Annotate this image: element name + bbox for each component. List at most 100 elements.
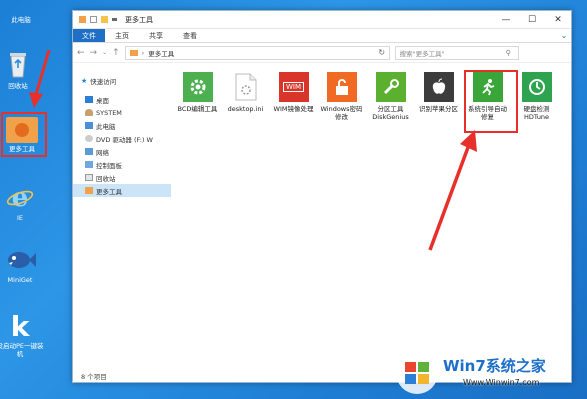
clock-icon: [521, 72, 552, 102]
file-label: 硬盘检测HDTune: [523, 105, 550, 121]
user-icon: [85, 109, 93, 116]
file-item-apple-partition[interactable]: 识别苹果分区: [416, 72, 461, 113]
search-icon[interactable]: ⚲: [506, 49, 518, 57]
watermark: Win7系统之家 Www.Winwin7.com: [385, 351, 585, 399]
nav-item-label: 控制面板: [96, 161, 122, 170]
nav-item-network[interactable]: 网络: [73, 145, 171, 158]
explorer-window[interactable]: 更多工具 — ☐ ✕ 文件 主页 共享 查看 ⌄ ← → ⌄ ↑ › 更多工具 …: [72, 10, 572, 383]
nav-item-recycle-bin[interactable]: 回收站: [73, 171, 171, 184]
title-bar[interactable]: 更多工具 — ☐ ✕: [73, 11, 571, 29]
new-folder-icon[interactable]: [101, 16, 108, 23]
file-label: desktop.ini: [227, 105, 264, 113]
desktop-icon-label: IE: [16, 214, 24, 222]
customize-icon[interactable]: [112, 18, 117, 21]
item-count: 8 个项目: [81, 373, 107, 381]
tab-share[interactable]: 共享: [139, 29, 173, 42]
search-placeholder: 搜索"更多工具": [399, 49, 445, 58]
navigation-pane[interactable]: ★ 快速访问 桌面 SYSTEM 此电脑 DVD 驱动器 (F:) W 网络 控…: [73, 64, 171, 370]
file-label: 识别苹果分区: [419, 105, 458, 113]
windows-logo-icon: [396, 352, 438, 394]
svg-text:k: k: [11, 310, 31, 340]
desktop-icon: [85, 96, 93, 103]
nav-item-label: DVD 驱动器 (F:) W: [96, 135, 153, 144]
ribbon-tabs: 文件 主页 共享 查看 ⌄: [73, 29, 571, 43]
chevron-right-icon[interactable]: ›: [142, 49, 145, 57]
control-panel-icon: [85, 161, 93, 168]
file-label: WIM镜像处理: [273, 105, 314, 113]
internet-explorer-icon: e: [5, 182, 35, 213]
nav-item-more-tools[interactable]: 更多工具: [73, 184, 171, 197]
recent-dropdown-icon[interactable]: ⌄: [102, 49, 107, 56]
up-arrow-icon[interactable]: ↑: [112, 48, 120, 58]
address-bar-row: ← → ⌄ ↑ › 更多工具 ↻ 搜索"更多工具" ⚲: [73, 43, 571, 63]
ribbon-expand-icon[interactable]: ⌄: [557, 29, 571, 42]
nav-item-label: 回收站: [96, 174, 116, 183]
minimize-button[interactable]: —: [493, 11, 519, 29]
nav-item-label: SYSTEM: [96, 108, 122, 117]
folder-icon: [129, 49, 138, 56]
close-button[interactable]: ✕: [545, 11, 571, 29]
file-item-diskgenius[interactable]: 分区工具DiskGenius: [368, 72, 413, 121]
lock-icon: [326, 72, 357, 102]
properties-icon[interactable]: [90, 16, 97, 23]
quick-access-toolbar: [79, 16, 117, 23]
tab-home[interactable]: 主页: [105, 29, 139, 42]
file-item-desktop-ini[interactable]: desktop.ini: [223, 72, 268, 113]
refresh-icon[interactable]: ↻: [375, 48, 389, 57]
wim-image-icon: WIM: [278, 72, 309, 102]
star-icon: ★: [81, 76, 88, 85]
recycle-bin-icon: [85, 174, 93, 181]
folder-icon: [85, 187, 93, 194]
file-highlight-box: [464, 70, 518, 133]
desktop-icon-ie[interactable]: e IE: [0, 182, 43, 222]
svg-text:e: e: [12, 183, 29, 212]
nav-item-dvd-drive[interactable]: DVD 驱动器 (F:) W: [73, 132, 171, 145]
tab-view[interactable]: 查看: [173, 29, 207, 42]
desktop-icon-label: 没启动PE一键装机: [0, 342, 44, 358]
window-title: 更多工具: [125, 15, 153, 24]
computer-icon: [85, 122, 93, 129]
computer-icon: [6, 0, 36, 14]
nav-item-label: 快速访问: [90, 77, 117, 86]
file-label: 分区工具DiskGenius: [372, 105, 409, 121]
desktop-icon-miniget[interactable]: MiniGet: [0, 244, 43, 284]
wrench-icon: [375, 72, 406, 102]
k-logo-icon: k: [5, 310, 35, 343]
nav-item-label: 桌面: [96, 96, 109, 105]
nav-item-control-panel[interactable]: 控制面板: [73, 158, 171, 171]
nav-item-label: 网络: [96, 148, 109, 157]
wim-badge: WIM: [282, 82, 305, 92]
file-item-password-tool[interactable]: Windows密码修改: [319, 72, 364, 121]
desktop-highlight-box: [1, 112, 47, 157]
arrow-to-boot-repair: [428, 130, 477, 251]
desktop-icon-label: MiniGet: [7, 276, 33, 284]
disc-icon: [85, 135, 93, 142]
desktop-icon-label: 此电脑: [11, 16, 31, 24]
nav-item-label: 此电脑: [96, 122, 116, 131]
address-field[interactable]: › 更多工具 ↻: [124, 45, 390, 60]
nav-item-quick-access[interactable]: ★ 快速访问: [73, 74, 171, 87]
folder-icon[interactable]: [79, 16, 86, 23]
nav-item-this-pc[interactable]: 此电脑: [73, 119, 171, 132]
gear-icon: [182, 72, 213, 102]
search-input[interactable]: 搜索"更多工具" ⚲: [394, 45, 519, 60]
watermark-url: Www.Winwin7.com: [463, 378, 540, 387]
forward-arrow-icon[interactable]: →: [90, 48, 98, 58]
maximize-button[interactable]: ☐: [519, 11, 545, 29]
desktop-icon-pe-install[interactable]: k 没启动PE一键装机: [0, 310, 45, 358]
nav-item-system[interactable]: SYSTEM: [73, 106, 171, 119]
fish-icon: [5, 244, 36, 274]
back-arrow-icon[interactable]: ←: [77, 48, 85, 58]
apple-icon: [423, 72, 454, 102]
file-item-hdtune[interactable]: 硬盘检测HDTune: [514, 72, 559, 121]
nav-item-desktop[interactable]: 桌面: [73, 93, 171, 106]
network-icon: [85, 148, 93, 155]
watermark-brand: Win7系统之家: [443, 357, 546, 375]
file-item-wim-tool[interactable]: WIM WIM镜像处理: [271, 72, 316, 113]
desktop-icon-this-pc[interactable]: 此电脑: [0, 0, 44, 24]
tab-file[interactable]: 文件: [73, 29, 105, 42]
address-path[interactable]: 更多工具: [148, 48, 174, 58]
file-label: BCD编辑工具: [177, 105, 218, 113]
file-label: Windows密码修改: [320, 105, 363, 121]
file-item-bcd-editor[interactable]: BCD编辑工具: [175, 72, 220, 113]
